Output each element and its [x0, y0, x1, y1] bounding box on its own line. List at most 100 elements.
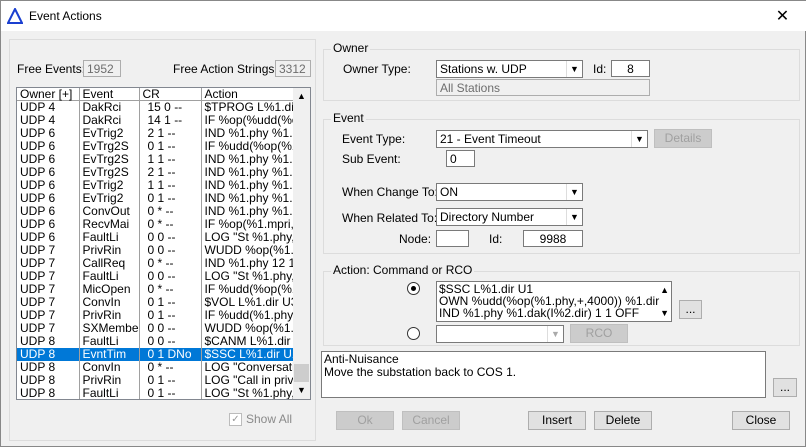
- table-cell: IF %op(%udd(%op(%: [201, 114, 296, 127]
- delete-button[interactable]: Delete: [594, 411, 652, 430]
- table-cell: ConvOut: [79, 205, 140, 218]
- table-cell: DakRci: [79, 100, 140, 114]
- table-row[interactable]: UDP 7PrivRin0 0 --WUDD %op(%1.ph: [17, 244, 296, 257]
- table-row[interactable]: UDP 8EvntTim0 1 DNo$SSC L%1.dir U1;O: [17, 348, 296, 361]
- close-button[interactable]: Close: [732, 411, 790, 430]
- table-cell: WUDD %op(%1.ph: [201, 322, 296, 335]
- table-cell: UDP 7: [17, 270, 80, 283]
- scroll-down-icon[interactable]: ▼: [660, 307, 669, 319]
- node-input[interactable]: [436, 230, 469, 247]
- column-header[interactable]: Event: [79, 88, 140, 101]
- table-row[interactable]: UDP 7SXMembe0 0 --WUDD %op(%1.ph: [17, 322, 296, 335]
- event-group-label: Event: [331, 111, 366, 125]
- table-cell: UDP 6: [17, 166, 80, 179]
- table-row[interactable]: UDP 6RecvMai0 * --IF %op(%1.mpri,=,4: [17, 218, 296, 231]
- event-list[interactable]: Owner [+] Event CR Action UDP 4 DakRci 15 0 -…: [16, 87, 311, 400]
- close-window-button[interactable]: ✕: [760, 1, 805, 31]
- when-related-value: Directory Number: [440, 210, 535, 224]
- title-bar: Event Actions: [1, 1, 806, 31]
- ok-button[interactable]: Ok: [336, 411, 394, 430]
- table-cell: 0 0 --: [139, 270, 202, 283]
- list-scrollbar[interactable]: ▲ ▼: [293, 88, 310, 399]
- table-cell: ConvIn: [79, 361, 140, 374]
- table-cell: IND %1.phy %1.da: [201, 179, 296, 192]
- comment-ellipsis-button[interactable]: ...: [773, 378, 797, 397]
- column-header[interactable]: Owner [+]: [17, 88, 80, 101]
- table-row[interactable]: UDP 6FaultLi0 0 --LOG "St %1.phy, %: [17, 231, 296, 244]
- event-type-select[interactable]: 21 - Event Timeout ▼: [436, 130, 648, 148]
- details-button[interactable]: Details: [654, 129, 712, 148]
- table-cell: EvTrig2: [79, 127, 140, 140]
- command-textarea[interactable]: $SSC L%1.dir U1 OWN %udd(%op(%1.phy,+,40…: [436, 281, 672, 322]
- command-radio[interactable]: [407, 282, 420, 295]
- table-cell: UDP 6: [17, 179, 80, 192]
- scroll-down-icon[interactable]: ▼: [293, 382, 310, 399]
- table-cell: ConvIn: [79, 296, 140, 309]
- insert-button[interactable]: Insert: [528, 411, 586, 430]
- table-row[interactable]: UDP 7PrivRin0 1 --IF %udd(%1.phy);$I: [17, 309, 296, 322]
- table-cell: 1 1 --: [139, 179, 202, 192]
- table-cell: UDP 7: [17, 257, 80, 270]
- when-related-select[interactable]: Directory Number ▼: [436, 208, 583, 226]
- table-row[interactable]: UDP 4DakRci14 1 --IF %op(%udd(%op(%: [17, 114, 296, 127]
- table-row[interactable]: UDP 7MicOpen0 * --IF %udd(%op(%1.pl: [17, 283, 296, 296]
- when-change-select[interactable]: ON ▼: [436, 183, 583, 201]
- table-row[interactable]: UDP 8FaultLi0 0 --$CANM L%1.dir NO: [17, 335, 296, 348]
- column-header[interactable]: CR: [139, 88, 202, 101]
- table-cell: SXMembe: [79, 322, 140, 335]
- scroll-thumb[interactable]: [294, 364, 309, 382]
- table-row[interactable]: UDP 6EvTrg2S2 1 --IND %1.phy %1.da: [17, 166, 296, 179]
- table-row[interactable]: UDP 6ConvOut0 * --IND %1.phy %1.da: [17, 205, 296, 218]
- table-cell: 0 1 DNo: [139, 348, 202, 361]
- table-cell: EvTrig2: [79, 179, 140, 192]
- cancel-button[interactable]: Cancel: [402, 411, 460, 430]
- table-row[interactable]: UDP 7CallReq0 * --IND %1.phy 12 1 3: [17, 257, 296, 270]
- window-title: Event Actions: [29, 9, 102, 23]
- app-icon: [7, 8, 23, 24]
- node-label: Node:: [399, 232, 432, 246]
- sub-event-input[interactable]: 0: [446, 150, 475, 167]
- command-ellipsis-button[interactable]: ...: [679, 300, 702, 319]
- table-cell: $VOL L%1.dir U3;I: [201, 296, 296, 309]
- rco-radio[interactable]: [407, 327, 420, 340]
- event-type-value: 21 - Event Timeout: [440, 132, 541, 146]
- table-row[interactable]: UDP 8FaultLi0 1 --LOG "St %1.phy, %: [17, 387, 296, 399]
- table-row[interactable]: UDP 8PrivRin0 1 --LOG "Call in private: [17, 374, 296, 387]
- chevron-down-icon: ▼: [566, 61, 582, 77]
- show-all-checkbox[interactable]: ✓ Show All: [229, 412, 292, 426]
- table-row[interactable]: UDP 8ConvIn0 * --LOG "Conversation: [17, 361, 296, 374]
- free-actions-value: 3312: [275, 60, 311, 77]
- table-cell: UDP 8: [17, 387, 80, 399]
- table-cell: 0 1 --: [139, 192, 202, 205]
- table-cell: 1 1 --: [139, 153, 202, 166]
- table-cell: LOG "St %1.phy, %: [201, 387, 296, 399]
- table-cell: IF %udd(%op(%1.pl: [201, 140, 296, 153]
- table-row[interactable]: UDP 6EvTrig22 1 --IND %1.phy %1.da: [17, 127, 296, 140]
- scroll-up-icon[interactable]: ▲: [660, 284, 669, 296]
- owner-id-input[interactable]: 8: [611, 60, 650, 77]
- table-cell: UDP 6: [17, 153, 80, 166]
- table-row[interactable]: UDP 6EvTrg2S1 1 --IND %1.phy %1.da: [17, 153, 296, 166]
- scroll-up-icon[interactable]: ▲: [293, 88, 310, 105]
- table-row[interactable]: UDP 6EvTrg2S0 1 --IF %udd(%op(%1.pl: [17, 140, 296, 153]
- table-row[interactable]: UDP 7FaultLi0 0 --LOG "St %1.phy, %: [17, 270, 296, 283]
- table-cell: PrivRin: [79, 374, 140, 387]
- related-id-input[interactable]: 9988: [523, 230, 583, 247]
- table-row[interactable]: UDP 4DakRci15 0 --$TPROG L%1.dir U: [17, 100, 296, 114]
- table-row[interactable]: UDP 6EvTrig21 1 --IND %1.phy %1.da: [17, 179, 296, 192]
- table-cell: IND %1.phy %1.da: [201, 166, 296, 179]
- column-header[interactable]: Action: [201, 88, 296, 101]
- table-cell: 0 1 --: [139, 309, 202, 322]
- table-cell: UDP 6: [17, 192, 80, 205]
- owner-type-select[interactable]: Stations w. UDP ▼: [436, 60, 583, 78]
- table-row[interactable]: UDP 7 ConvIn 0 1 -- $VOL L%1.dir U3;I: [17, 296, 296, 309]
- rco-button[interactable]: RCO: [570, 324, 628, 343]
- free-events-label: Free Events:: [17, 62, 86, 76]
- table-cell: WUDD %op(%1.ph: [201, 244, 296, 257]
- rco-select[interactable]: ▼: [436, 325, 564, 343]
- owner-group-label: Owner: [331, 41, 371, 55]
- table-row[interactable]: UDP 6EvTrig20 1 --IND %1.phy %1.da: [17, 192, 296, 205]
- table-cell: RecvMai: [79, 218, 140, 231]
- table-cell: 0 1 --: [139, 374, 202, 387]
- comment-textarea[interactable]: Anti-Nuisance Move the substation back t…: [321, 351, 766, 398]
